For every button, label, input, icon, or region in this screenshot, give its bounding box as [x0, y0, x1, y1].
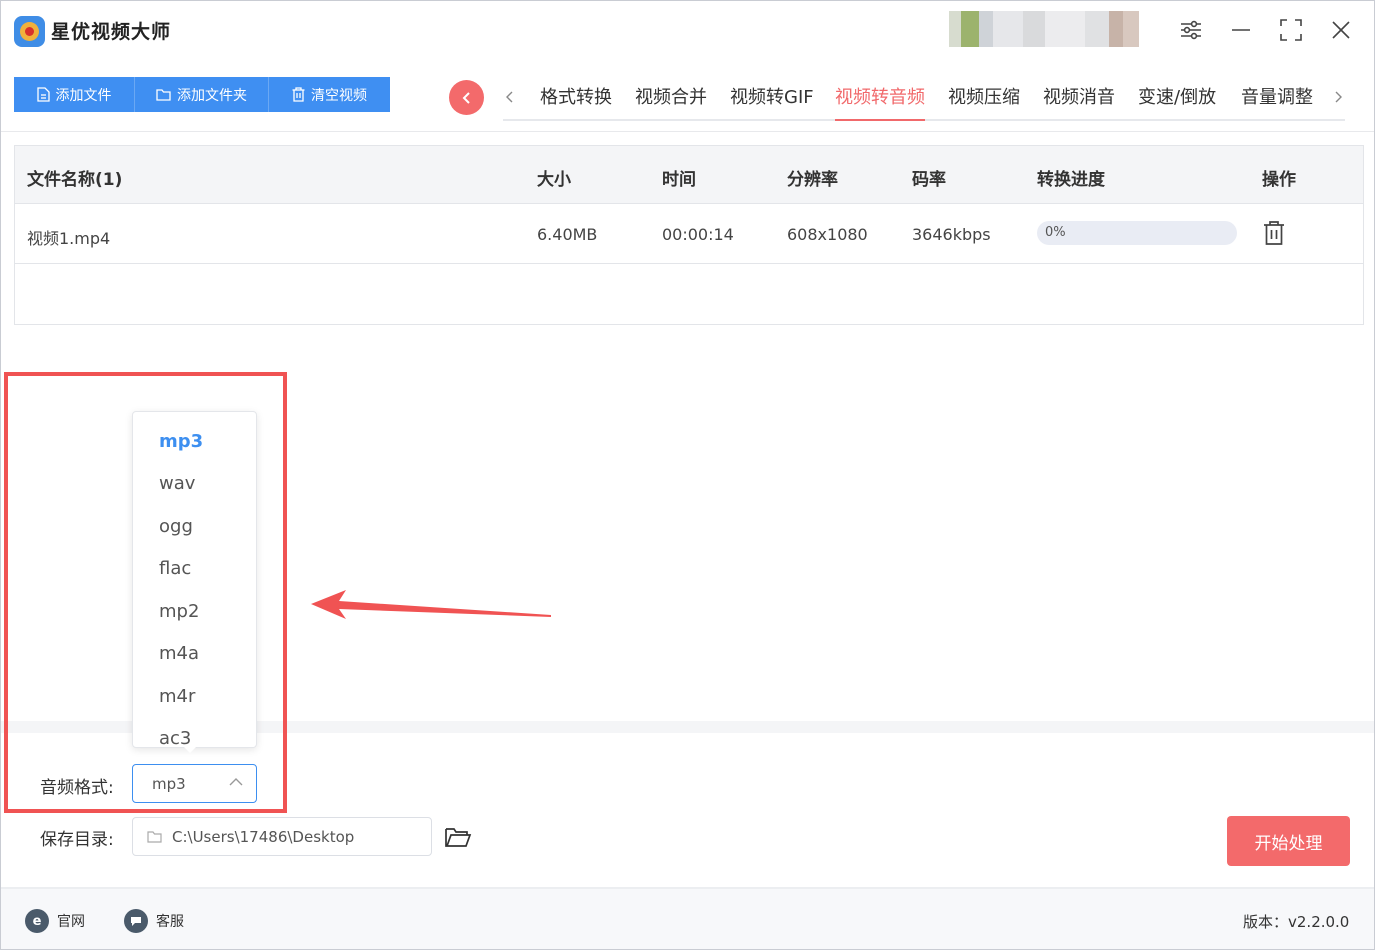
table-header: 文件名称(1) 大小 时间 分辨率 码率 转换进度 操作 — [15, 146, 1363, 204]
add-folder-button[interactable]: 添加文件夹 — [135, 77, 269, 112]
audio-format-select[interactable]: mp3 — [132, 764, 257, 803]
cell-bitrate: 3646kbps — [912, 225, 991, 244]
cell-file-name: 视频1.mp4 — [27, 229, 111, 248]
tab-video-mute[interactable]: 视频消音 — [1043, 83, 1115, 121]
minimize-icon[interactable] — [1226, 15, 1256, 45]
tab-video-merge[interactable]: 视频合并 — [635, 83, 707, 121]
tab-speed-reverse[interactable]: 变速/倒放 — [1138, 83, 1216, 121]
chevron-up-icon — [229, 778, 243, 786]
version-text: 版本：v2.2.0.0 — [1243, 913, 1350, 931]
header-action: 操作 — [1262, 170, 1296, 190]
tab-scroll-right-icon[interactable] — [1328, 85, 1348, 109]
audio-format-label: 音频格式: — [40, 778, 114, 798]
back-icon[interactable] — [449, 80, 484, 115]
add-file-label: 添加文件 — [55, 87, 112, 104]
clear-videos-label: 清空视频 — [311, 87, 367, 104]
header-file-name: 文件名称(1) — [27, 170, 123, 190]
header-resolution: 分辨率 — [787, 170, 838, 190]
tab-video-to-gif[interactable]: 视频转GIF — [730, 83, 814, 121]
open-folder-icon[interactable] — [444, 825, 472, 849]
header-time: 时间 — [662, 170, 696, 190]
cell-size: 6.40MB — [537, 225, 598, 244]
footer: e 官网 客服 版本：v2.2.0.0 — [1, 889, 1374, 949]
annotation-arrow — [311, 590, 551, 619]
tab-video-to-audio[interactable]: 视频转音频 — [835, 83, 925, 121]
header-progress: 转换进度 — [1037, 170, 1105, 190]
support-link[interactable]: 客服 — [124, 909, 184, 933]
save-dir-field[interactable]: C:\Users\17486\Desktop — [132, 817, 432, 856]
progress-text: 0% — [1045, 225, 1066, 240]
header-bitrate: 码率 — [912, 170, 946, 190]
tab-video-compress[interactable]: 视频压缩 — [948, 83, 1020, 121]
maximize-icon[interactable] — [1276, 15, 1306, 45]
add-folder-label: 添加文件夹 — [177, 87, 247, 104]
table-row[interactable]: 视频1.mp4 6.40MB 00:00:14 608x1080 3646kbp… — [15, 204, 1363, 264]
website-link[interactable]: e 官网 — [25, 909, 85, 933]
start-processing-button[interactable]: 开始处理 — [1227, 816, 1350, 866]
save-dir-value: C:\Users\17486\Desktop — [172, 828, 355, 846]
feature-tabs: 格式转换 视频合并 视频转GIF 视频转音频 视频压缩 视频消音 变速/倒放 音… — [503, 79, 1345, 121]
header-size: 大小 — [537, 170, 571, 190]
add-file-button[interactable]: 添加文件 — [14, 77, 135, 112]
cell-resolution: 608x1080 — [787, 225, 868, 244]
folder-icon — [147, 831, 162, 843]
clear-videos-button[interactable]: 清空视频 — [269, 77, 390, 112]
cell-time: 00:00:14 — [662, 225, 734, 244]
folder-icon — [156, 89, 171, 101]
highlight-box — [4, 372, 287, 813]
support-label: 客服 — [156, 914, 184, 930]
close-icon[interactable] — [1326, 15, 1356, 45]
app-window: 星优视频大师 添加文件 添加文件夹 清空视频 格式转换 视频合并 视频转GIF … — [0, 0, 1375, 950]
file-table: 文件名称(1) 大小 时间 分辨率 码率 转换进度 操作 视频1.mp4 6.4… — [14, 145, 1364, 325]
browser-icon: e — [25, 909, 49, 933]
audio-format-value: mp3 — [152, 775, 186, 793]
user-avatar[interactable] — [949, 11, 1149, 47]
app-title: 星优视频大师 — [51, 21, 172, 43]
divider — [1, 131, 1374, 132]
delete-icon[interactable] — [1262, 220, 1286, 246]
save-dir-label: 保存目录: — [40, 830, 114, 850]
tab-volume-adjust[interactable]: 音量调整 — [1241, 83, 1313, 121]
tab-format-convert[interactable]: 格式转换 — [540, 83, 612, 121]
app-logo-icon — [14, 16, 45, 47]
settings-sliders-icon[interactable] — [1176, 15, 1206, 45]
title-bar: 星优视频大师 — [1, 1, 1374, 61]
conversion-progress-bar: 0% — [1037, 221, 1237, 245]
chat-icon — [124, 909, 148, 933]
file-icon — [36, 87, 50, 102]
website-label: 官网 — [57, 914, 85, 930]
trash-icon — [292, 87, 305, 102]
file-toolbar: 添加文件 添加文件夹 清空视频 — [14, 77, 390, 112]
